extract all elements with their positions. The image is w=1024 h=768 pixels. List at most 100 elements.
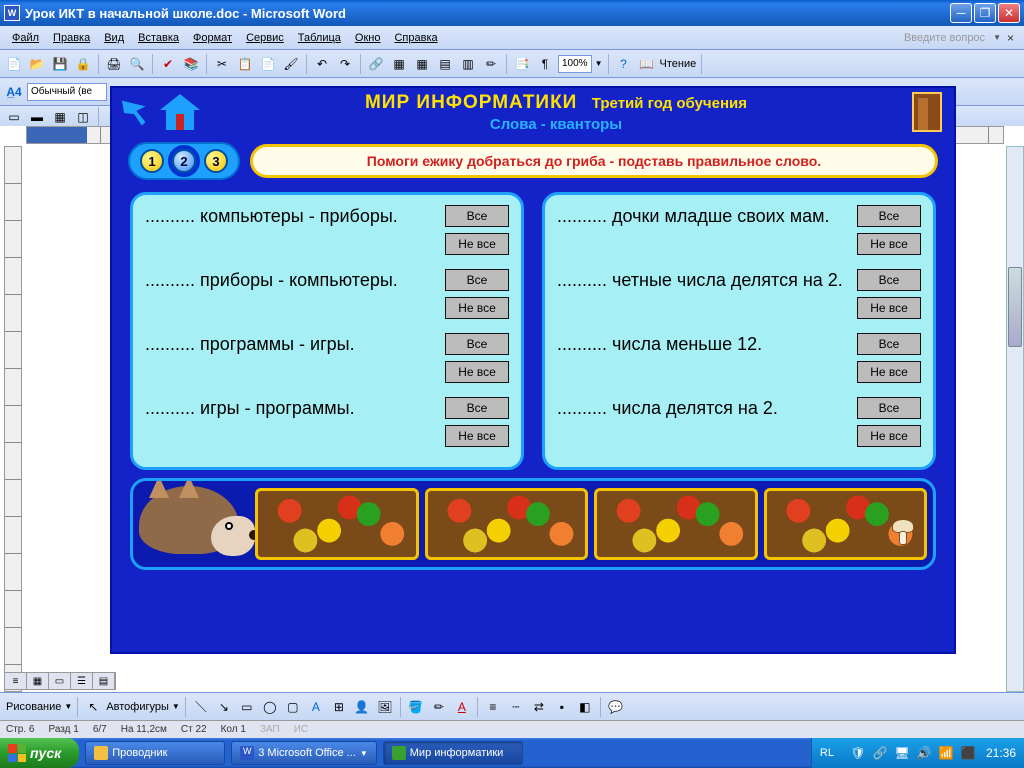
vertical-ruler[interactable] [4, 146, 22, 692]
oval-icon[interactable]: ◯ [260, 697, 280, 717]
preview-icon[interactable]: 🔍 [127, 54, 147, 74]
all-button[interactable]: Все [857, 269, 921, 291]
shadow-icon[interactable]: ▪ [552, 697, 572, 717]
drawing-label[interactable]: Рисование [6, 701, 61, 713]
tray-network-icon[interactable]: 🔗 [872, 745, 888, 761]
notall-button[interactable]: Не все [445, 233, 509, 255]
print-icon[interactable]: 🖨 [104, 54, 124, 74]
reading-layout-icon[interactable]: 📖 [637, 54, 657, 74]
all-button[interactable]: Все [857, 397, 921, 419]
vertical-scrollbar[interactable] [1006, 146, 1024, 692]
research-icon[interactable]: 📚 [181, 54, 201, 74]
rectangle-icon[interactable]: ▭ [237, 697, 257, 717]
notall-button[interactable]: Не все [857, 297, 921, 319]
format-painter-icon[interactable]: 🖌 [281, 54, 301, 74]
lang-indicator[interactable]: RL [820, 747, 834, 759]
line-style-icon[interactable]: ≡ [483, 697, 503, 717]
home-icon[interactable] [160, 94, 200, 130]
outline-view-icon[interactable]: ☰ [71, 673, 93, 689]
menu-dropdown-icon[interactable]: ▼ [993, 33, 1001, 42]
style-combo[interactable]: Обычный (ве [27, 83, 107, 101]
picture-icon[interactable]: 🖼 [375, 697, 395, 717]
textbox-icon[interactable]: ▢ [283, 697, 303, 717]
web-view-icon[interactable]: ▦ [27, 673, 49, 689]
3d-icon[interactable]: ◧ [575, 697, 595, 717]
autoshapes-label[interactable]: Автофигуры [106, 701, 169, 713]
tray-app-icon[interactable]: 📶 [938, 745, 954, 761]
reading-label[interactable]: Чтение [660, 58, 697, 70]
taskbar-app[interactable]: Мир информатики [383, 741, 523, 765]
all-button[interactable]: Все [445, 397, 509, 419]
notall-button[interactable]: Не все [857, 233, 921, 255]
cut-icon[interactable]: ✂ [212, 54, 232, 74]
notall-button[interactable]: Не все [445, 361, 509, 383]
menu-tools[interactable]: Сервис [240, 30, 290, 46]
grid-icon[interactable]: ▦ [50, 107, 70, 127]
undo-icon[interactable]: ↶ [312, 54, 332, 74]
print-view-icon[interactable]: ▭ [49, 673, 71, 689]
insert-table-icon[interactable]: ▦ [412, 54, 432, 74]
shading-icon[interactable]: ▬ [27, 107, 47, 127]
all-button[interactable]: Все [857, 205, 921, 227]
drawing-icon[interactable]: ✏ [481, 54, 501, 74]
notall-button[interactable]: Не все [857, 425, 921, 447]
menu-file[interactable]: Файл [6, 30, 45, 46]
help-search-hint[interactable]: Введите вопрос [851, 32, 991, 44]
reading-view-icon[interactable]: ▤ [93, 673, 115, 689]
help-icon[interactable]: ? [614, 54, 634, 74]
all-button[interactable]: Все [445, 205, 509, 227]
borders-icon[interactable]: ◫ [73, 107, 93, 127]
fill-color-icon[interactable]: 🪣 [406, 697, 426, 717]
select-objects-icon[interactable]: ↖ [83, 697, 103, 717]
show-marks-icon[interactable]: ¶ [535, 54, 555, 74]
line-icon[interactable]: ＼ [191, 697, 211, 717]
maximize-button[interactable]: ❐ [974, 3, 996, 23]
outline-icon[interactable]: ▭ [4, 107, 24, 127]
line-color-icon[interactable]: ✏ [429, 697, 449, 717]
doc-close-button[interactable]: × [1003, 31, 1018, 45]
all-button[interactable]: Все [445, 269, 509, 291]
close-button[interactable]: ✕ [998, 3, 1020, 23]
tables-borders-icon[interactable]: ▦ [389, 54, 409, 74]
zoom-combo[interactable]: 100% [558, 55, 592, 73]
exit-icon[interactable] [912, 92, 942, 132]
menu-format[interactable]: Формат [187, 30, 238, 46]
notall-button[interactable]: Не все [445, 297, 509, 319]
menu-view[interactable]: Вид [98, 30, 130, 46]
clipart-icon[interactable]: 👤 [352, 697, 372, 717]
all-button[interactable]: Все [445, 333, 509, 355]
notall-button[interactable]: Не все [445, 425, 509, 447]
all-button[interactable]: Все [857, 333, 921, 355]
menu-edit[interactable]: Правка [47, 30, 96, 46]
start-button[interactable]: пуск [0, 738, 79, 768]
page-3-button[interactable]: 3 [204, 149, 228, 173]
normal-view-icon[interactable]: ≡ [5, 673, 27, 689]
spellcheck-icon[interactable]: ✔ [158, 54, 178, 74]
page-2-button[interactable]: 2 [172, 149, 196, 173]
menu-table[interactable]: Таблица [292, 30, 347, 46]
minimize-button[interactable]: ─ [950, 3, 972, 23]
permission-icon[interactable]: 🔒 [73, 54, 93, 74]
scrollbar-thumb[interactable] [1008, 267, 1022, 347]
menu-insert[interactable]: Вставка [132, 30, 185, 46]
font-color-icon[interactable]: A [452, 697, 472, 717]
menu-help[interactable]: Справка [388, 30, 443, 46]
hyperlink-icon[interactable]: 🔗 [366, 54, 386, 74]
excel-icon[interactable]: ▤ [435, 54, 455, 74]
taskbar-word[interactable]: W3 Microsoft Office ...▼ [231, 741, 377, 765]
tray-gpu-icon[interactable]: ⬛ [960, 745, 976, 761]
paste-icon[interactable]: 📄 [258, 54, 278, 74]
open-icon[interactable]: 📂 [27, 54, 47, 74]
columns-icon[interactable]: ▥ [458, 54, 478, 74]
redo-icon[interactable]: ↷ [335, 54, 355, 74]
page-1-button[interactable]: 1 [140, 149, 164, 173]
tray-volume-icon[interactable]: 🔊 [916, 745, 932, 761]
clock[interactable]: 21:36 [986, 746, 1016, 760]
cursor-icon[interactable] [122, 96, 154, 128]
styles-icon[interactable]: A̲4 [4, 82, 24, 102]
arrow-style-icon[interactable]: ⇄ [529, 697, 549, 717]
annotations-icon[interactable]: 💬 [606, 697, 626, 717]
wordart-icon[interactable]: A [306, 697, 326, 717]
notall-button[interactable]: Не все [857, 361, 921, 383]
new-doc-icon[interactable]: 📄 [4, 54, 24, 74]
